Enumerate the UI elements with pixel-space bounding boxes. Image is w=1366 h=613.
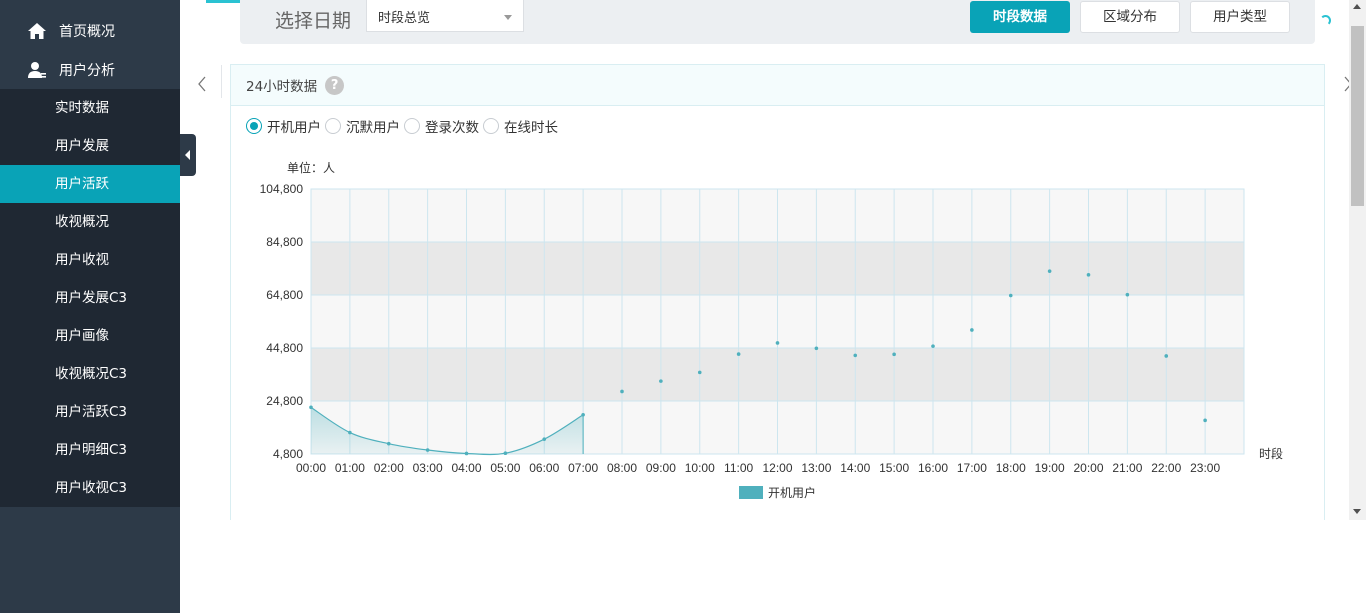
x-tick-label: 07:00 (568, 461, 598, 475)
x-tick-label: 22:00 (1151, 461, 1181, 475)
x-tick-label: 12:00 (762, 461, 792, 475)
data-point (542, 437, 547, 441)
x-axis-label: 时段 (1259, 446, 1283, 461)
x-tick-label: 21:00 (1112, 461, 1142, 475)
data-point (1047, 269, 1052, 273)
x-tick-label: 20:00 (1073, 461, 1103, 475)
y-tick-label: 104,800 (260, 182, 304, 196)
data-point (970, 328, 974, 332)
x-tick-label: 15:00 (879, 461, 909, 475)
x-tick-label: 04:00 (451, 461, 481, 475)
x-tick-label: 08:00 (607, 461, 637, 475)
data-point (1125, 292, 1130, 297)
y-tick-label: 44,800 (266, 341, 303, 355)
data-point (503, 451, 508, 456)
x-tick-label: 19:00 (1035, 461, 1065, 475)
x-tick-label: 16:00 (918, 461, 948, 475)
legend-swatch (739, 486, 763, 499)
x-tick-label: 11:00 (724, 461, 753, 475)
x-tick-label: 13:00 (801, 461, 831, 475)
x-tick-label: 23:00 (1190, 461, 1220, 475)
data-point (1086, 273, 1091, 277)
x-tick-label: 17:00 (957, 461, 987, 475)
x-tick-label: 14:00 (840, 461, 870, 475)
scrollbar[interactable] (1349, 0, 1366, 520)
data-point (620, 389, 624, 394)
x-tick-label: 01:00 (335, 461, 365, 475)
y-tick-label: 84,800 (266, 235, 303, 249)
scroll-up-arrow-icon[interactable] (1353, 4, 1361, 9)
x-tick-label: 03:00 (413, 461, 443, 475)
scroll-down-arrow-icon[interactable] (1353, 509, 1361, 514)
y-tick-label: 4,800 (273, 447, 303, 461)
scrollbar-thumb[interactable] (1351, 26, 1364, 206)
data-point (464, 451, 469, 456)
x-tick-label: 02:00 (374, 461, 404, 475)
x-tick-label: 00:00 (296, 461, 326, 475)
data-point (581, 412, 585, 417)
y-unit-label: 单位：人 (287, 160, 335, 175)
x-tick-label: 10:00 (685, 461, 715, 475)
data-point (697, 370, 702, 375)
data-point (736, 352, 741, 356)
data-point (659, 379, 663, 383)
data-point (348, 430, 352, 435)
data-point (892, 352, 896, 357)
data-point (1164, 354, 1169, 358)
x-tick-label: 09:00 (646, 461, 676, 475)
data-point (775, 341, 780, 345)
y-tick-label: 64,800 (266, 288, 303, 302)
data-point (1203, 418, 1207, 423)
data-point (386, 441, 391, 446)
page-footer-area (180, 520, 1366, 613)
data-point (309, 405, 313, 410)
x-tick-label: 05:00 (490, 461, 520, 475)
x-tick-label: 06:00 (529, 461, 559, 475)
data-point (931, 344, 935, 348)
data-point (853, 353, 858, 358)
data-point (425, 448, 430, 452)
data-point (1008, 293, 1013, 298)
x-tick-label: 18:00 (996, 461, 1026, 475)
legend-label: 开机用户 (768, 485, 816, 500)
y-tick-label: 24,800 (266, 394, 303, 408)
data-point (814, 346, 819, 351)
